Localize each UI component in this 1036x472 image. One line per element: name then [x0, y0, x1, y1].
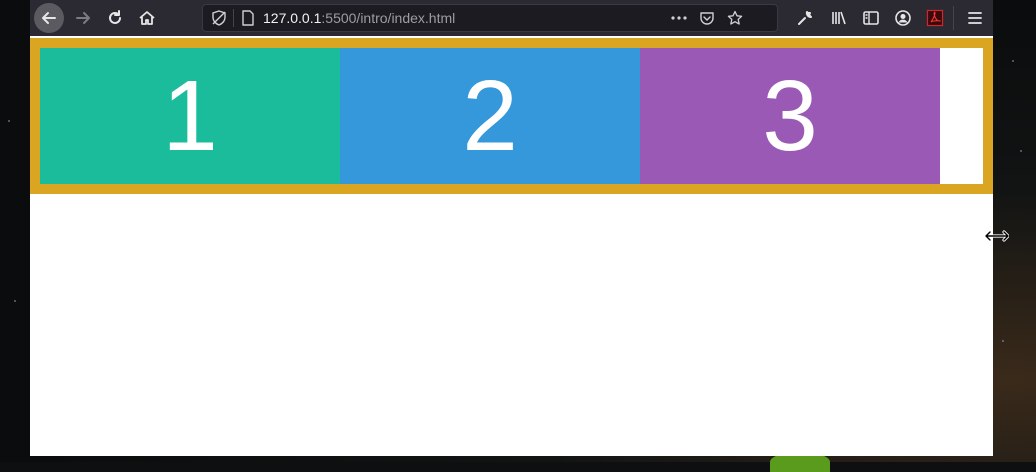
back-button[interactable] — [34, 3, 64, 33]
resize-horizontal-cursor-icon — [984, 226, 1010, 247]
browser-window: 127.0.0.1:5500/intro/index.html 1 2 3 — [30, 0, 993, 456]
url-path: :5500/intro/index.html — [321, 10, 456, 26]
reload-button[interactable] — [100, 3, 130, 33]
arrow-right-icon — [76, 12, 90, 24]
arrow-left-icon — [42, 12, 56, 24]
flex-item-label: 3 — [762, 60, 818, 172]
page-viewport: 1 2 3 — [30, 36, 993, 456]
tracking-protection-icon[interactable] — [207, 5, 231, 31]
flex-item-label: 2 — [462, 60, 518, 172]
wallpaper-star — [14, 300, 16, 302]
home-button[interactable] — [132, 3, 162, 33]
flex-container-inner: 1 2 3 — [40, 48, 983, 184]
flex-container: 1 2 3 — [30, 38, 993, 194]
pdf-icon — [926, 9, 944, 27]
pocket-icon[interactable] — [695, 5, 719, 31]
wallpaper-star — [1020, 150, 1022, 152]
url-bar-separator — [233, 9, 234, 27]
home-icon — [139, 11, 155, 25]
flex-item-3: 3 — [640, 48, 940, 184]
wallpaper-star — [1012, 60, 1014, 62]
flex-item-2: 2 — [340, 48, 640, 184]
url-host: 127.0.0.1 — [263, 10, 322, 26]
pdf-button[interactable] — [920, 3, 950, 33]
library-icon — [832, 11, 846, 25]
flex-item-label: 1 — [162, 60, 218, 172]
devtools-button[interactable] — [790, 3, 820, 33]
sidebar-button[interactable] — [856, 3, 886, 33]
url-bar[interactable]: 127.0.0.1:5500/intro/index.html — [202, 4, 778, 32]
star-icon[interactable] — [723, 5, 747, 31]
reload-icon — [109, 10, 121, 24]
menu-button[interactable] — [960, 3, 990, 33]
url-text[interactable]: 127.0.0.1:5500/intro/index.html — [263, 5, 455, 31]
library-button[interactable] — [824, 3, 854, 33]
flex-item-1: 1 — [40, 48, 340, 184]
account-icon — [895, 10, 911, 26]
wallpaper-star — [8, 120, 10, 122]
forward-button[interactable] — [68, 3, 98, 33]
account-button[interactable] — [888, 3, 918, 33]
wallpaper-star — [1002, 340, 1004, 342]
more-icon[interactable] — [667, 5, 691, 31]
page-icon[interactable] — [237, 5, 259, 31]
browser-toolbar: 127.0.0.1:5500/intro/index.html — [30, 0, 993, 36]
hamburger-menu-icon — [968, 12, 982, 24]
wrench-icon — [798, 11, 812, 25]
sidebar-icon — [863, 11, 879, 25]
toolbar-separator — [953, 6, 954, 30]
